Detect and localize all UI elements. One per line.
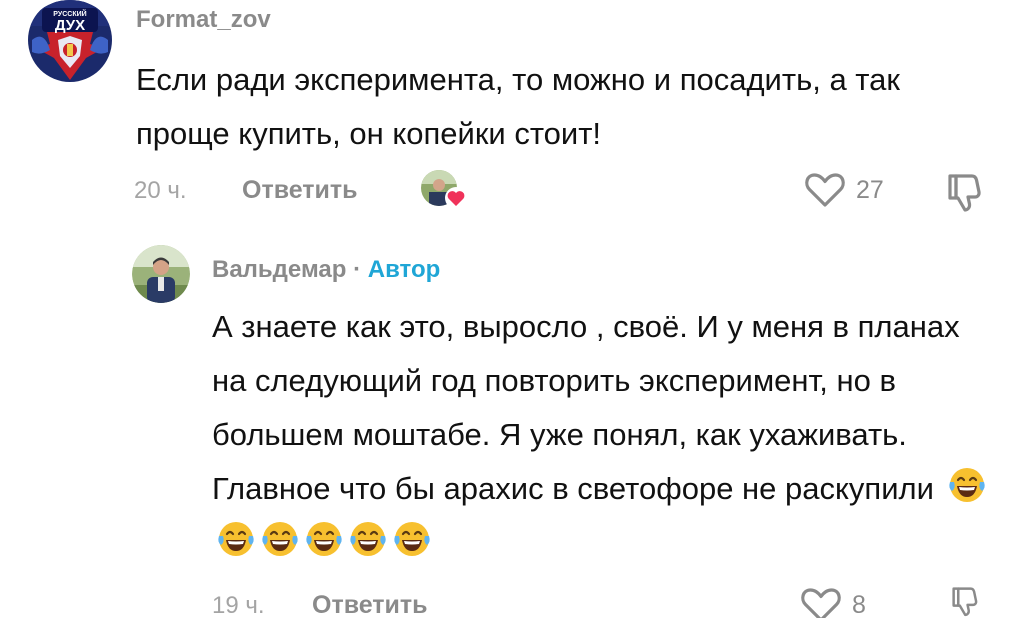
face-with-tears-of-joy-emoji-icon [218, 522, 254, 556]
face-with-tears-of-joy-emoji-icon [350, 522, 386, 556]
avatar-valdemar[interactable] [132, 245, 190, 303]
face-with-tears-of-joy-emoji-icon [262, 522, 298, 556]
reply-username-text[interactable]: Вальдемар [212, 256, 346, 283]
reply-text: А знаете как это, выросло , своё. И у ме… [212, 300, 1002, 570]
like-button[interactable] [804, 171, 846, 209]
comments-page: РУССКИЙ ДУХ Format_zov Если ради экспери… [0, 0, 1024, 618]
reply-button[interactable]: Ответить [242, 176, 358, 205]
dislike-button[interactable] [946, 170, 986, 214]
comment-time: 20 ч. [134, 177, 187, 204]
reply-dislike-button[interactable] [946, 584, 986, 618]
reply-text-body: А знаете как это, выросло , своё. И у ме… [212, 309, 960, 506]
reply-like-button[interactable] [800, 586, 842, 618]
reply-reply-button[interactable]: Ответить [312, 591, 428, 618]
author-separator: · [353, 256, 362, 283]
reply-username[interactable]: Вальдемар · Автор [212, 256, 440, 284]
like-count: 27 [856, 176, 884, 204]
heart-outline-icon [805, 173, 845, 207]
reply-like-count: 8 [852, 591, 866, 618]
author-liked-badge [420, 168, 468, 212]
dislike-icon [952, 587, 978, 617]
dislike-icon [948, 174, 981, 212]
svg-text:ДУХ: ДУХ [55, 17, 85, 34]
heart-outline-icon [801, 588, 841, 618]
face-with-tears-of-joy-emoji-icon [306, 522, 342, 556]
author-badge: Автор [367, 256, 441, 283]
face-with-tears-of-joy-emoji-icon [948, 468, 985, 502]
heart-badge-icon [445, 187, 467, 209]
face-with-tears-of-joy-emoji-icon [394, 522, 430, 556]
username[interactable]: Format_zov [136, 6, 271, 34]
comment-text: Если ради эксперимента, то можно и посад… [136, 62, 900, 151]
reply-time: 19 ч. [212, 592, 265, 618]
avatar-format-zov[interactable]: РУССКИЙ ДУХ [24, 0, 116, 84]
